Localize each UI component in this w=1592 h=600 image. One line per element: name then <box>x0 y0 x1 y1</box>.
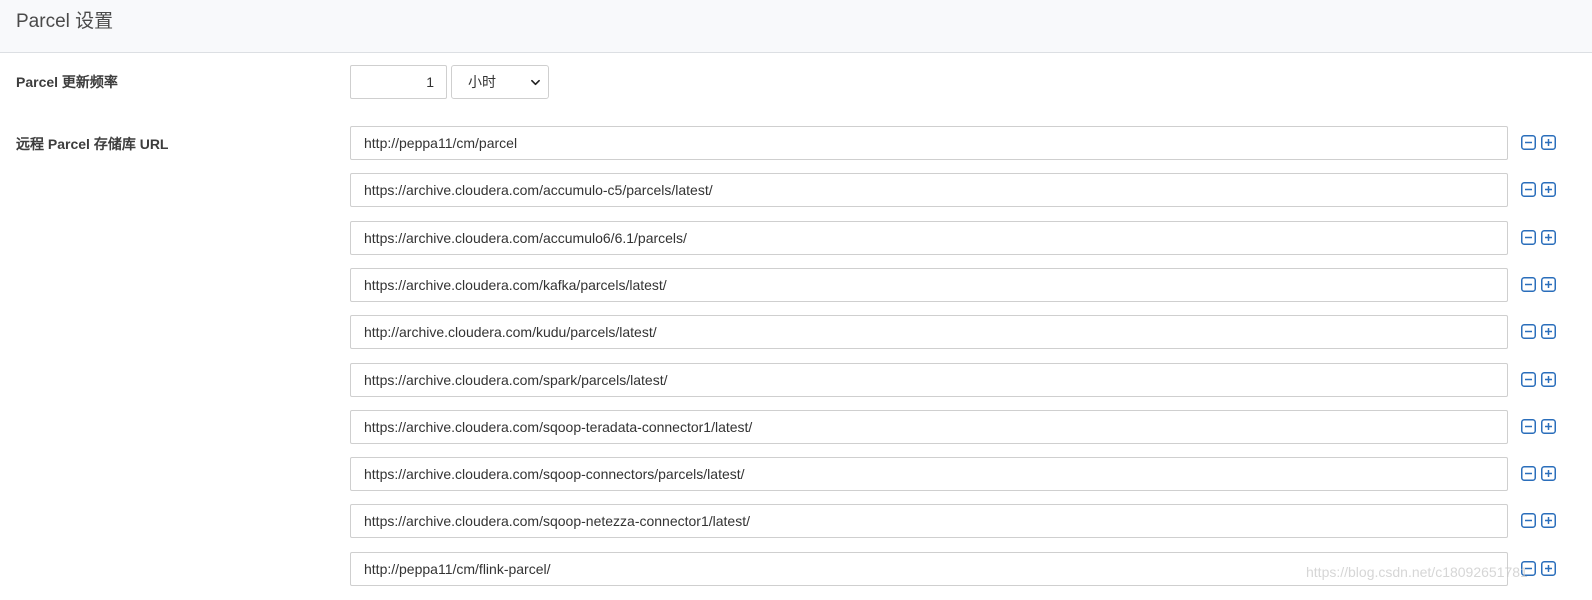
minus-square-icon[interactable] <box>1521 230 1536 245</box>
repository-url-input[interactable] <box>350 126 1508 160</box>
repository-url-input[interactable] <box>350 552 1508 586</box>
minus-square-icon[interactable] <box>1521 135 1536 150</box>
plus-square-icon[interactable] <box>1541 277 1556 292</box>
plus-square-icon[interactable] <box>1541 324 1556 339</box>
plus-square-icon[interactable] <box>1541 561 1556 576</box>
plus-square-icon[interactable] <box>1541 135 1556 150</box>
repository-url-row <box>350 363 1560 397</box>
repository-url-input[interactable] <box>350 173 1508 207</box>
repository-url-row <box>350 221 1560 255</box>
repository-url-input[interactable] <box>350 268 1508 302</box>
page-title: Parcel 设置 <box>16 11 114 32</box>
repository-url-row <box>350 126 1560 160</box>
repository-url-row <box>350 268 1560 302</box>
plus-square-icon[interactable] <box>1541 182 1556 197</box>
repository-url-input[interactable] <box>350 410 1508 444</box>
minus-square-icon[interactable] <box>1521 324 1536 339</box>
update-frequency-input[interactable] <box>350 65 447 99</box>
repository-url-input[interactable] <box>350 457 1508 491</box>
repository-url-row <box>350 173 1560 207</box>
minus-square-icon[interactable] <box>1521 182 1536 197</box>
repository-url-row <box>350 552 1560 586</box>
minus-square-icon[interactable] <box>1521 419 1536 434</box>
minus-square-icon[interactable] <box>1521 466 1536 481</box>
plus-square-icon[interactable] <box>1541 419 1556 434</box>
repository-url-input[interactable] <box>350 363 1508 397</box>
repository-url-row <box>350 315 1560 349</box>
minus-square-icon[interactable] <box>1521 277 1536 292</box>
minus-square-icon[interactable] <box>1521 561 1536 576</box>
plus-square-icon[interactable] <box>1541 513 1556 528</box>
chevron-down-icon <box>531 79 540 86</box>
minus-square-icon[interactable] <box>1521 513 1536 528</box>
repository-url-input[interactable] <box>350 315 1508 349</box>
update-frequency-unit-select[interactable]: 小时 <box>451 65 549 99</box>
minus-square-icon[interactable] <box>1521 372 1536 387</box>
repository-url-row <box>350 457 1560 491</box>
repository-url-input[interactable] <box>350 221 1508 255</box>
unit-select-value: 小时 <box>468 74 496 90</box>
plus-square-icon[interactable] <box>1541 372 1556 387</box>
page-header: Parcel 设置 <box>0 0 1592 53</box>
plus-square-icon[interactable] <box>1541 230 1556 245</box>
repository-url-row <box>350 504 1560 538</box>
repository-url-row <box>350 410 1560 444</box>
repository-url-input[interactable] <box>350 504 1508 538</box>
update-frequency-label: Parcel 更新频率 <box>16 74 118 90</box>
repository-url-label: 远程 Parcel 存储库 URL <box>16 136 169 152</box>
plus-square-icon[interactable] <box>1541 466 1556 481</box>
